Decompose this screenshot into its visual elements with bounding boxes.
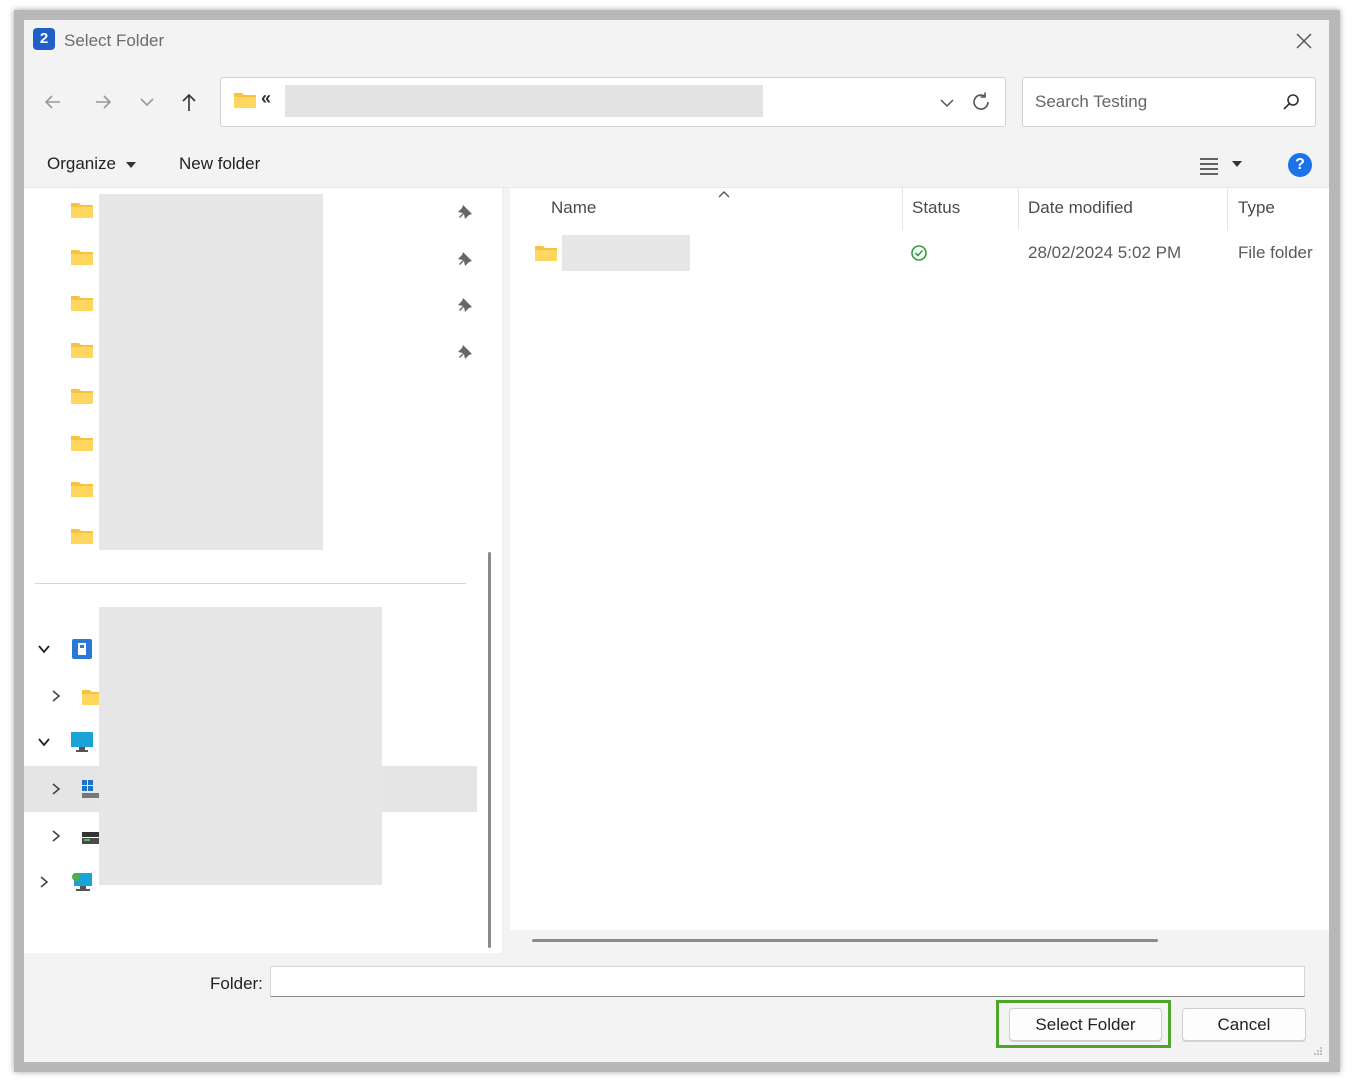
new-folder-button[interactable]: New folder bbox=[179, 154, 260, 174]
chevron-right-icon[interactable] bbox=[48, 828, 64, 844]
window-title: Select Folder bbox=[64, 31, 165, 50]
select-folder-dialog: 2 Select Folder « Search Testing Organiz… bbox=[24, 20, 1329, 1062]
pane-gutter bbox=[504, 188, 510, 953]
horizontal-scrollbar[interactable] bbox=[532, 939, 1158, 942]
view-options-icon[interactable] bbox=[1198, 156, 1220, 176]
chevron-right-icon[interactable] bbox=[36, 874, 52, 890]
organize-menu[interactable]: Organize bbox=[47, 154, 137, 174]
folder-name-input[interactable] bbox=[270, 966, 1305, 997]
sort-ascending-icon bbox=[718, 191, 730, 198]
folder-icon[interactable] bbox=[70, 479, 94, 499]
quick-access-names-redacted bbox=[99, 194, 323, 550]
search-input[interactable]: Search Testing bbox=[1035, 92, 1147, 112]
help-icon[interactable]: ? bbox=[1288, 153, 1312, 177]
caret-down-icon[interactable] bbox=[1230, 158, 1244, 170]
folder-icon[interactable] bbox=[70, 293, 94, 313]
select-folder-button[interactable]: Select Folder bbox=[1009, 1008, 1162, 1041]
refresh-icon[interactable] bbox=[969, 90, 993, 114]
search-icon[interactable] bbox=[1281, 92, 1301, 112]
pin-icon[interactable] bbox=[456, 203, 474, 221]
folder-icon[interactable] bbox=[70, 433, 94, 453]
file-name-redacted[interactable] bbox=[562, 235, 690, 271]
folder-icon[interactable] bbox=[70, 386, 94, 406]
column-header-date-modified[interactable]: Date modified bbox=[1028, 198, 1133, 228]
pin-icon[interactable] bbox=[456, 343, 474, 361]
column-separator[interactable] bbox=[902, 188, 903, 230]
recent-locations-chevron-icon[interactable] bbox=[132, 87, 162, 117]
column-separator[interactable] bbox=[1018, 188, 1019, 230]
dialog-footer: Folder: Select Folder Cancel bbox=[24, 953, 1329, 1062]
chevron-down-icon[interactable] bbox=[36, 641, 52, 657]
folder-icon[interactable] bbox=[70, 340, 94, 360]
pane-divider bbox=[35, 583, 466, 584]
breadcrumb-overflow[interactable]: « bbox=[261, 88, 271, 109]
column-header-status[interactable]: Status bbox=[912, 198, 960, 228]
tree-names-redacted bbox=[99, 607, 382, 885]
navigation-bar: « Search Testing bbox=[24, 62, 1329, 144]
navigation-pane bbox=[24, 188, 502, 953]
folder-label: Folder: bbox=[210, 974, 263, 993]
forward-arrow-icon[interactable] bbox=[88, 87, 118, 117]
navigation-pane-scrollbar[interactable] bbox=[488, 552, 491, 948]
file-row[interactable]: 28/02/2024 5:02 PM File folder bbox=[524, 233, 1324, 273]
chevron-down-icon[interactable] bbox=[36, 734, 52, 750]
pin-icon[interactable] bbox=[456, 296, 474, 314]
folder-icon[interactable] bbox=[70, 247, 94, 267]
breadcrumb-path[interactable] bbox=[285, 85, 763, 117]
building-icon bbox=[72, 639, 92, 659]
command-toolbar: Organize New folder ? bbox=[24, 144, 1329, 188]
close-icon[interactable] bbox=[1289, 26, 1319, 56]
back-arrow-icon[interactable] bbox=[38, 87, 68, 117]
resize-grip-icon[interactable] bbox=[1313, 1046, 1323, 1056]
title-bar: 2 Select Folder bbox=[24, 20, 1329, 62]
chevron-right-icon[interactable] bbox=[48, 781, 64, 797]
file-type: File folder bbox=[1238, 243, 1313, 262]
network-icon bbox=[72, 873, 92, 891]
up-arrow-icon[interactable] bbox=[174, 87, 204, 117]
file-date-modified: 28/02/2024 5:02 PM bbox=[1028, 243, 1182, 262]
monitor-icon bbox=[71, 732, 93, 752]
column-header-type[interactable]: Type bbox=[1238, 198, 1275, 228]
cancel-button[interactable]: Cancel bbox=[1182, 1008, 1306, 1041]
folder-icon bbox=[535, 246, 557, 261]
pin-icon[interactable] bbox=[456, 250, 474, 268]
address-bar[interactable]: « bbox=[220, 77, 1006, 127]
chevron-down-icon[interactable] bbox=[937, 92, 957, 112]
sync-ok-icon bbox=[911, 245, 927, 261]
app-icon: 2 bbox=[33, 28, 55, 50]
chevron-right-icon[interactable] bbox=[48, 688, 64, 704]
folder-icon[interactable] bbox=[70, 200, 94, 220]
caret-down-icon bbox=[125, 161, 136, 168]
column-header-name[interactable]: Name bbox=[551, 198, 596, 228]
folder-icon bbox=[234, 93, 256, 108]
column-separator[interactable] bbox=[1227, 188, 1228, 230]
file-list-pane: Name Status Date modified Type 28/02/202… bbox=[504, 188, 1329, 953]
folder-icon[interactable] bbox=[70, 526, 94, 546]
organize-label: Organize bbox=[47, 154, 116, 173]
search-box[interactable]: Search Testing bbox=[1022, 77, 1316, 127]
